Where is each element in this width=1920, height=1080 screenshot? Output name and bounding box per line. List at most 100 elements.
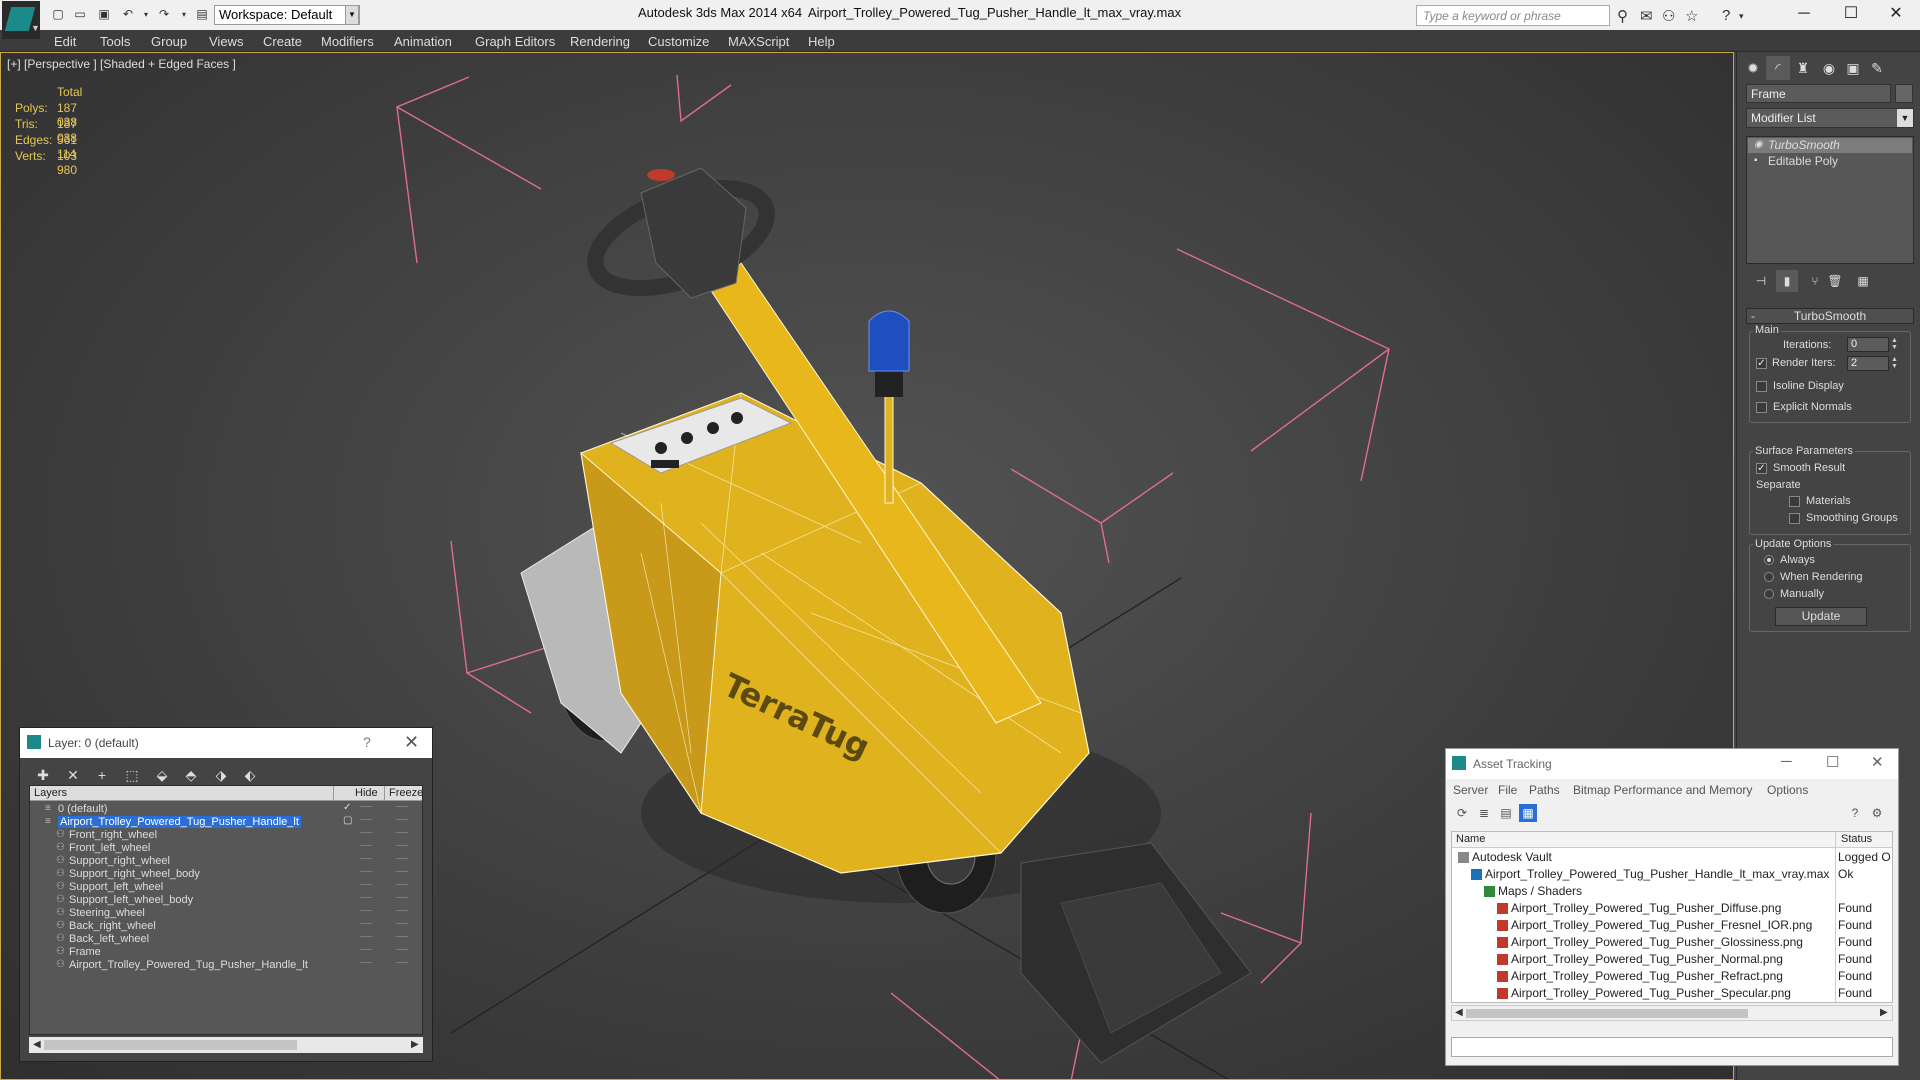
stack-item-editable-poly[interactable]: ▪ Editable Poly [1748, 154, 1912, 169]
expand-icon[interactable]: ▪ [1754, 155, 1758, 166]
asset-row[interactable]: Airport_Trolley_Powered_Tug_Pusher_Refra… [1452, 968, 1892, 985]
smoothing-groups-checkbox[interactable] [1789, 513, 1800, 524]
freeze-toggle[interactable]: ┈┈ [396, 854, 408, 865]
hide-toggle[interactable]: ┈┈ [360, 841, 372, 852]
scroll-right-icon[interactable]: ▶ [1880, 1007, 1888, 1018]
stack-item-turbosmooth[interactable]: ◉ TurboSmooth [1748, 138, 1912, 153]
layer-row-name[interactable]: Airport_Trolley_Powered_Tug_Pusher_Handl… [69, 959, 308, 971]
delete-layer-icon[interactable]: ✕ [62, 765, 84, 785]
pin-stack-icon[interactable]: ⊣ [1750, 270, 1772, 292]
modify-tab-icon[interactable]: ◜ [1766, 56, 1790, 80]
layer-row-name[interactable]: Support_left_wheel_body [69, 894, 193, 906]
select-layer-icon[interactable]: ⬙ [151, 765, 173, 785]
hide-toggle[interactable]: ┈┈ [360, 945, 372, 956]
spinner-arrows-icon[interactable]: ▲ ▼ [1890, 356, 1899, 371]
layer-row-name[interactable]: Back_right_wheel [69, 920, 156, 932]
hide-toggle[interactable]: ┈┈ [360, 932, 372, 943]
workspace-dropdown-button[interactable]: ▼ [345, 5, 359, 25]
make-unique-icon[interactable]: ⑂ [1804, 270, 1826, 292]
smooth-result-checkbox[interactable]: ✓ [1756, 463, 1767, 474]
hide-toggle[interactable]: ┈┈ [360, 815, 372, 826]
tree-view-icon[interactable]: ▤ [1497, 804, 1515, 822]
menu-help[interactable]: Help [808, 34, 835, 49]
maximize-button[interactable]: ☐ [1826, 753, 1839, 771]
asset-row[interactable]: Maps / Shaders [1452, 883, 1892, 900]
hide-all-layers-icon[interactable]: ⬗ [210, 765, 232, 785]
horizontal-scrollbar[interactable]: ◀ ▶ [1451, 1005, 1893, 1021]
turbosmooth-rollout-header[interactable]: - TurboSmooth [1746, 308, 1914, 324]
asset-menu-file[interactable]: File [1498, 783, 1517, 797]
col-status[interactable]: Status [1841, 833, 1872, 845]
hide-toggle[interactable]: ┈┈ [360, 828, 372, 839]
refresh-icon[interactable]: ⟳ [1453, 804, 1471, 822]
always-radio[interactable] [1764, 555, 1774, 565]
undo-icon[interactable]: ↶ [120, 7, 136, 22]
modifier-list-dropdown[interactable]: Modifier List ▼ [1746, 108, 1914, 128]
layer-row[interactable]: ⚇ Airport_Trolley_Powered_Tug_Pusher_Hand… [30, 958, 422, 974]
hide-toggle[interactable]: ┈┈ [360, 854, 372, 865]
utilities-tab-icon[interactable]: ✎ [1865, 56, 1889, 80]
layer-row-name[interactable]: Airport_Trolley_Powered_Tug_Pusher_Handl… [58, 816, 301, 828]
maximize-button[interactable]: ☐ [1831, 2, 1871, 26]
col-hide[interactable]: Hide [355, 787, 378, 799]
open-file-icon[interactable]: ▭ [72, 7, 88, 22]
freeze-toggle[interactable]: ┈┈ [396, 802, 408, 813]
configure-sets-icon[interactable]: ▦ [1852, 270, 1874, 292]
minimize-button[interactable]: ─ [1784, 2, 1824, 26]
layer-row-name[interactable]: Support_left_wheel [69, 881, 163, 893]
asset-menu-bitmap-performance[interactable]: Bitmap Performance and Memory [1573, 783, 1752, 797]
hierarchy-tab-icon[interactable]: ♜ [1791, 56, 1815, 80]
asset-row[interactable]: Autodesk Vault Logged O [1452, 849, 1892, 866]
scroll-thumb[interactable] [1466, 1009, 1748, 1018]
undo-dropdown-icon[interactable]: ▾ [138, 7, 154, 22]
help-dropdown-icon[interactable]: ▾ [1739, 11, 1744, 22]
binoculars-icon[interactable]: ⚲ [1617, 7, 1628, 25]
scroll-right-icon[interactable]: ▶ [411, 1037, 419, 1053]
exchange-icon[interactable]: ⚇ [1662, 7, 1675, 25]
menu-customize[interactable]: Customize [648, 34, 709, 49]
update-button[interactable]: Update [1775, 607, 1867, 626]
create-tab-icon[interactable]: ✹ [1741, 56, 1765, 80]
table-view-icon[interactable]: ▦ [1519, 804, 1537, 822]
asset-row[interactable]: Airport_Trolley_Powered_Tug_Pusher_Norma… [1452, 951, 1892, 968]
communication-center-icon[interactable]: ✉ [1640, 7, 1653, 25]
explicit-normals-checkbox[interactable] [1756, 402, 1767, 413]
display-tab-icon[interactable]: ▣ [1841, 56, 1865, 80]
freeze-toggle[interactable]: ┈┈ [396, 919, 408, 930]
scroll-left-icon[interactable]: ◀ [33, 1037, 41, 1053]
menu-maxscript[interactable]: MAXScript [728, 34, 789, 49]
app-logo-icon[interactable]: ▼ [2, 1, 40, 39]
search-input[interactable]: Type a keyword or phrase [1416, 5, 1610, 26]
menu-create[interactable]: Create [263, 34, 302, 49]
layer-row-name[interactable]: Front_right_wheel [69, 829, 157, 841]
layer-row-name[interactable]: 0 (default) [58, 803, 108, 815]
menu-rendering[interactable]: Rendering [570, 34, 630, 49]
help-icon[interactable]: ? [1722, 7, 1730, 24]
freeze-toggle[interactable]: ┈┈ [396, 906, 408, 917]
freeze-toggle[interactable]: ┈┈ [396, 815, 408, 826]
freeze-toggle[interactable]: ┈┈ [396, 828, 408, 839]
menu-modifiers[interactable]: Modifiers [321, 34, 374, 49]
layer-dialog-titlebar[interactable]: Layer: 0 (default) ? ✕ [20, 728, 432, 758]
list-view-icon[interactable]: ≣ [1475, 804, 1493, 822]
add-to-layer-icon[interactable]: + [91, 765, 113, 785]
render-iters-spinner[interactable]: 2 [1847, 356, 1889, 371]
iterations-spinner[interactable]: 0 [1847, 337, 1889, 352]
close-button[interactable]: ✕ [1871, 753, 1884, 771]
horizontal-scrollbar[interactable]: ◀ ▶ [29, 1037, 423, 1053]
remove-modifier-icon[interactable]: 🗑 [1824, 270, 1846, 292]
favorites-star-icon[interactable]: ☆ [1685, 7, 1698, 25]
menu-views[interactable]: Views [209, 34, 243, 49]
lightbulb-icon[interactable]: ◉ [1754, 139, 1763, 150]
freeze-all-layers-icon[interactable]: ⬖ [239, 765, 261, 785]
motion-tab-icon[interactable]: ◉ [1817, 56, 1841, 80]
freeze-toggle[interactable]: ┈┈ [396, 880, 408, 891]
show-end-result-icon[interactable]: ▮ [1776, 270, 1798, 292]
layer-row-name[interactable]: Support_right_wheel [69, 855, 170, 867]
hide-toggle[interactable]: ┈┈ [360, 958, 372, 969]
col-layers[interactable]: Layers [34, 787, 67, 799]
create-layer-icon[interactable]: ✚ [32, 765, 54, 785]
asset-row[interactable]: Airport_Trolley_Powered_Tug_Pusher_Diffu… [1452, 900, 1892, 917]
menu-edit[interactable]: Edit [54, 34, 76, 49]
spinner-arrows-icon[interactable]: ▲ ▼ [1890, 337, 1899, 352]
